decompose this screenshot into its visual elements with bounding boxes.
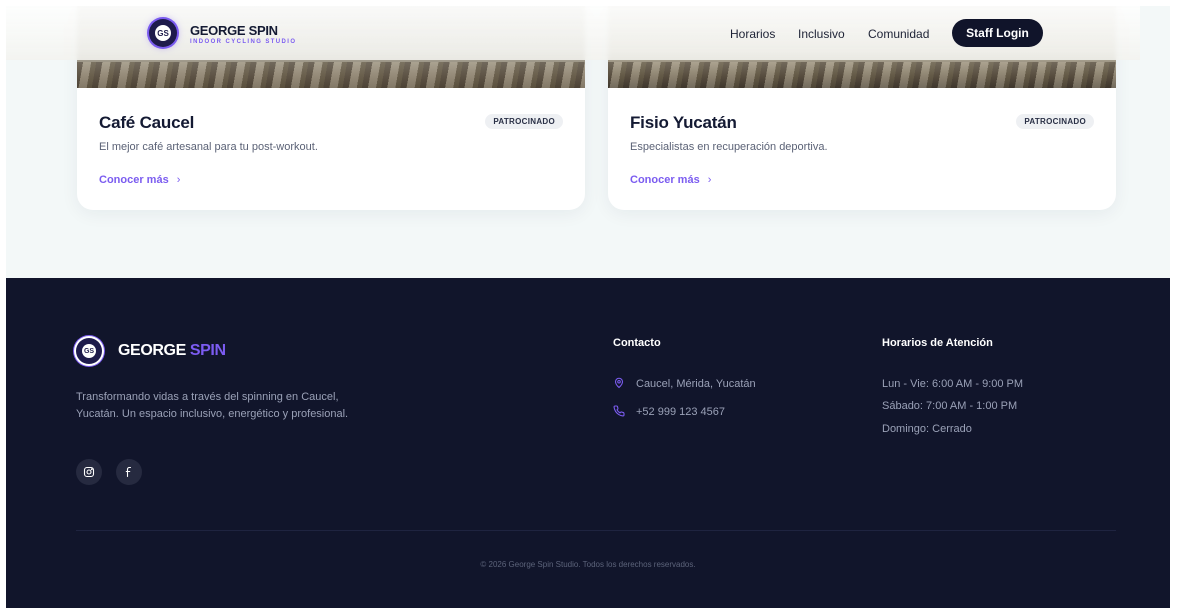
hours-heading: Horarios de Atención	[882, 337, 993, 349]
facebook-icon	[125, 466, 132, 478]
nav-link-horarios[interactable]: Horarios	[730, 27, 775, 41]
footer-brand-accent: SPIN	[189, 342, 226, 359]
nav-link-comunidad[interactable]: Comunidad	[868, 27, 929, 41]
hours-saturday: Sábado: 7:00 AM - 1:00 PM	[882, 400, 1018, 412]
sponsor-description: El mejor café artesanal para tu post-wor…	[99, 141, 318, 153]
sponsored-badge: PATROCINADO	[485, 114, 563, 129]
instagram-button[interactable]	[76, 459, 102, 485]
sponsor-title: Fisio Yucatán	[630, 113, 737, 132]
footer-brand-primary: GEORGE	[118, 342, 186, 359]
logo-icon[interactable]: GS	[149, 19, 177, 47]
sponsored-badge: PATROCINADO	[1016, 114, 1094, 129]
learn-more-link[interactable]: Conocer más ›	[630, 174, 711, 186]
facebook-button[interactable]	[116, 459, 142, 485]
instagram-icon	[83, 466, 95, 478]
hours-weekday: Lun - Vie: 6:00 AM - 9:00 PM	[882, 378, 1024, 390]
chevron-right-icon: ›	[707, 174, 712, 186]
learn-more-label: Conocer más	[99, 174, 169, 186]
phone-icon	[613, 405, 625, 417]
staff-login-button[interactable]: Staff Login	[952, 19, 1043, 47]
learn-more-link[interactable]: Conocer más ›	[99, 174, 180, 186]
brand-subtitle: INDOOR CYCLING STUDIO	[190, 39, 297, 45]
top-navbar: GS GEORGE SPIN INDOOR CYCLING STUDIO Hor…	[6, 6, 1140, 60]
sponsor-title: Café Caucel	[99, 113, 195, 132]
contact-heading: Contacto	[613, 337, 661, 349]
chevron-right-icon: ›	[176, 174, 181, 186]
brand-name[interactable]: GEORGE SPIN	[190, 23, 278, 38]
learn-more-label: Conocer más	[630, 174, 700, 186]
phone-text[interactable]: +52 999 123 4567	[636, 406, 725, 418]
footer-brand: GEORGE SPIN	[118, 342, 226, 360]
footer: GS GEORGE SPIN Transformando vidas a tra…	[6, 278, 1170, 608]
sponsor-description: Especialistas en recuperación deportiva.	[630, 141, 828, 153]
footer-tagline: Transformando vidas a través del spinnin…	[76, 391, 349, 420]
nav-link-inclusivo[interactable]: Inclusivo	[798, 27, 845, 41]
footer-logo-icon: GS	[76, 338, 102, 364]
hours-sunday: Domingo: Cerrado	[882, 423, 972, 435]
page: Café Caucel PATROCINADO El mejor café ar…	[6, 6, 1170, 608]
copyright-text: © 2026 George Spin Studio. Todos los der…	[480, 560, 696, 569]
map-pin-icon	[614, 377, 624, 389]
address-text: Caucel, Mérida, Yucatán	[636, 378, 756, 390]
footer-divider	[76, 530, 1116, 531]
